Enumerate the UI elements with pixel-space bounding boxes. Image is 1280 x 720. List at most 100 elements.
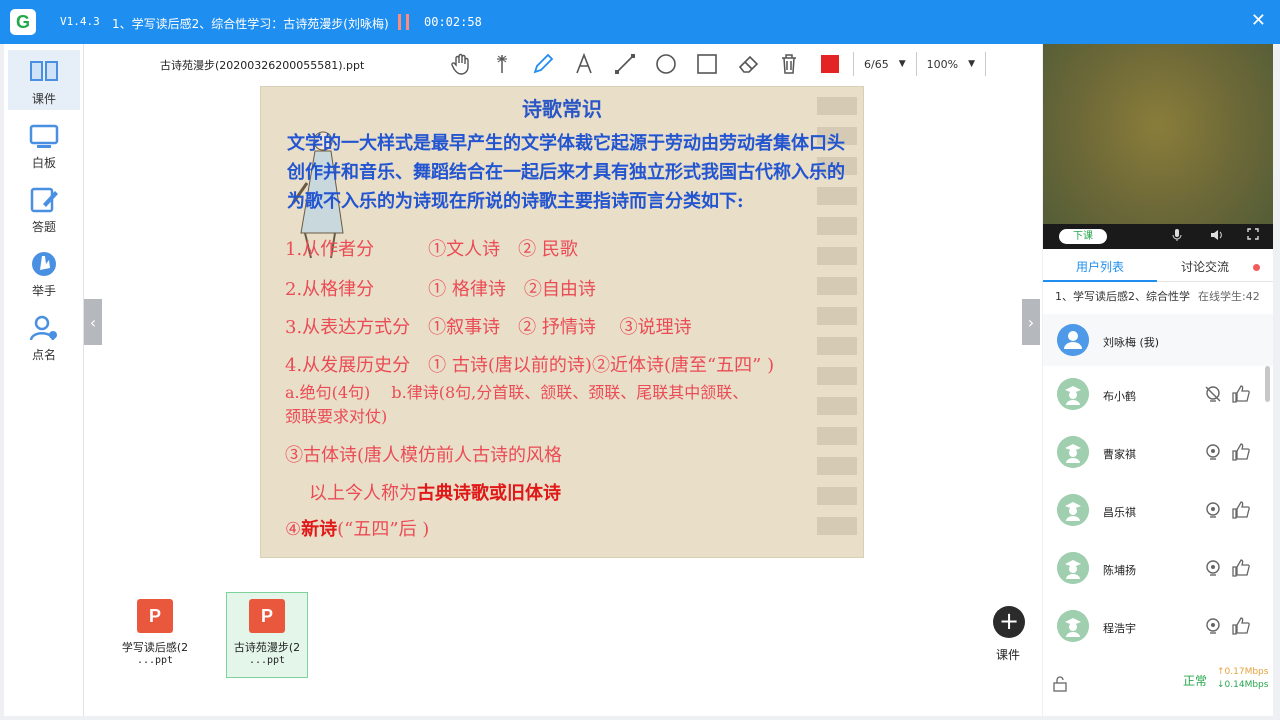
slide-line: ④新诗(“五四”后 )	[285, 515, 429, 541]
camera-icon[interactable]	[1203, 558, 1223, 578]
sidebar-item-quiz[interactable]: 答题	[8, 178, 80, 238]
whiteboard-icon	[29, 124, 59, 148]
class-timer: 00:02:58	[424, 15, 482, 29]
line-tool-icon[interactable]	[604, 50, 645, 78]
pen-icon[interactable]	[522, 50, 563, 78]
like-icon[interactable]	[1231, 616, 1251, 636]
prev-page-button[interactable]: ‹	[84, 299, 102, 345]
chevron-down-icon: ▼	[898, 59, 906, 69]
slide-emphasis: 古典诗歌或旧体诗	[417, 483, 561, 504]
slide-emphasis: 新诗	[301, 519, 338, 540]
user-row[interactable]: 昌乐祺	[1043, 482, 1267, 540]
microphone-icon[interactable]	[1171, 228, 1183, 242]
laser-pointer-icon[interactable]	[481, 50, 522, 78]
sidebar-item-label: 点名	[31, 348, 56, 362]
page-select-value: 6/65	[864, 57, 889, 71]
toolbar-divider	[915, 52, 917, 76]
pause-icon[interactable]	[398, 14, 410, 30]
like-icon[interactable]	[1231, 500, 1251, 520]
sidebar-item-label: 答题	[31, 220, 56, 234]
slide-line: 3.从表达方式分 ①叙事诗 ② 抒情诗 ③说理诗	[285, 317, 692, 338]
circle-tool-icon[interactable]	[645, 50, 686, 78]
user-row[interactable]: 程浩宇	[1043, 598, 1267, 656]
version-label: V1.4.3	[60, 15, 100, 28]
user-list-scrollbar[interactable]	[1265, 366, 1270, 402]
end-class-button[interactable]: 下课	[1059, 229, 1107, 244]
online-count: 在线学生:42	[1198, 290, 1260, 303]
user-row[interactable]: 曹家祺	[1043, 424, 1267, 482]
ppt-icon: P	[249, 599, 285, 633]
eraser-icon[interactable]	[727, 50, 768, 78]
left-sidebar: 课件 白板 答题 举手 点名	[4, 44, 84, 716]
courseware-file[interactable]: P 学写读后感(2 ...ppt	[114, 592, 196, 678]
user-name: 程浩宇	[1103, 622, 1136, 635]
avatar	[1057, 552, 1089, 584]
camera-icon[interactable]	[1203, 500, 1223, 520]
zoom-select-value: 100%	[926, 57, 959, 71]
slide-line: a.绝句(4句) b.律诗(8句,分首联、颔联、颈联、尾联其中颔联、	[285, 383, 749, 402]
text-tool-icon[interactable]	[563, 50, 604, 78]
slide-line: 4.从发展历史分 ① 古诗(唐以前的诗)②近体诗(唐至“五四” )	[285, 355, 775, 376]
camera-icon[interactable]	[1203, 616, 1223, 636]
add-courseware-label: 课件	[996, 648, 1021, 662]
fullscreen-icon[interactable]	[1247, 228, 1259, 240]
panel-tabs: 用户列表 讨论交流	[1043, 256, 1273, 282]
user-name: 昌乐祺	[1103, 506, 1136, 519]
avatar	[1057, 436, 1089, 468]
tab-discussion[interactable]: 讨论交流	[1181, 256, 1229, 282]
like-icon[interactable]	[1231, 384, 1251, 404]
roll-call-icon	[29, 315, 57, 341]
like-icon[interactable]	[1231, 558, 1251, 578]
toolbar-divider	[853, 52, 854, 76]
user-row[interactable]: 陈埔扬	[1043, 540, 1267, 598]
like-icon[interactable]	[1231, 442, 1251, 462]
sidebar-item-courseware[interactable]: 课件	[8, 50, 80, 110]
slide-intro-text: 文学的一大样式是最早产生的文学体裁它起源于劳动由劳动者集体口头创作并和音乐、舞蹈…	[287, 133, 845, 212]
sidebar-item-label: 课件	[31, 92, 56, 106]
upload-speed: ↑0.17Mbps	[1217, 667, 1269, 677]
title-bar: G V1.4.3 1、学写读后感2、综合性学习：古诗苑漫步(刘咏梅) 00:02…	[0, 0, 1280, 44]
trash-icon[interactable]	[768, 50, 809, 78]
sidebar-item-whiteboard[interactable]: 白板	[8, 114, 80, 174]
add-courseware-button[interactable]: +	[993, 606, 1025, 638]
hand-tool-icon[interactable]	[440, 50, 481, 78]
file-name: 古诗苑漫步(20200326200055581).ppt	[160, 59, 365, 72]
slide-line: 1.从作者分 ①文人诗 ② 民歌	[285, 239, 578, 260]
class-name: 1、学写读后感2、综合性学	[1055, 290, 1190, 303]
rectangle-tool-icon[interactable]	[686, 50, 727, 78]
slide-line-text: 以上今人称为	[309, 483, 417, 504]
pen-color-swatch[interactable]	[821, 55, 839, 73]
zoom-select[interactable]: 100% ▼	[921, 58, 981, 71]
slide-line: 以上今人称为古典诗歌或旧体诗	[309, 479, 561, 505]
draw-toolbar: 6/65 ▼ 100% ▼	[440, 50, 990, 78]
avatar	[1057, 494, 1089, 526]
speaker-icon[interactable]	[1209, 228, 1223, 242]
network-speed: ↑0.17Mbps ↓0.14Mbps	[1217, 666, 1268, 692]
page-select[interactable]: 6/65 ▼	[858, 58, 912, 71]
sidebar-item-raise-hand[interactable]: 举手	[8, 242, 80, 302]
unread-dot	[1253, 264, 1260, 271]
sidebar-item-roll-call[interactable]: 点名	[8, 306, 80, 366]
app-logo: G	[10, 9, 36, 35]
right-panel: 下课 用户列表 讨论交流 1、学写读后感2、综合性学 在线学生:42 刘咏梅 (我…	[1043, 44, 1273, 716]
courseware-file[interactable]: P 古诗苑漫步(2 ...ppt	[226, 592, 308, 678]
teacher-video: 下课	[1043, 44, 1273, 249]
slide-line-text: ④	[285, 519, 302, 540]
close-icon[interactable]: ✕	[1251, 10, 1266, 31]
main-area: 古诗苑漫步(20200326200055581).ppt 6/65 ▼ 100%…	[84, 44, 1042, 716]
slide-canvas: 诗歌常识 文学的一大样式是最早产生的文学体裁它起源于劳动由劳动者集体口头创作并和…	[260, 86, 864, 558]
sidebar-item-label: 白板	[31, 156, 56, 170]
chevron-down-icon: ▼	[968, 59, 975, 69]
toolbar-divider	[985, 52, 986, 76]
user-name: 陈埔扬	[1103, 564, 1136, 577]
camera-icon[interactable]	[1203, 442, 1223, 462]
user-row[interactable]: 布小鹤	[1043, 366, 1267, 424]
lock-icon[interactable]	[1053, 676, 1067, 692]
tab-user-list[interactable]: 用户列表	[1043, 256, 1157, 282]
class-info: 1、学写读后感2、综合性学 在线学生:42	[1055, 288, 1260, 304]
file-ext: ...ppt	[248, 655, 286, 666]
user-row-self: 刘咏梅 (我)	[1043, 314, 1273, 366]
edit-icon	[30, 187, 58, 213]
camera-off-icon[interactable]	[1203, 384, 1223, 404]
next-page-button[interactable]: ›	[1022, 299, 1040, 345]
